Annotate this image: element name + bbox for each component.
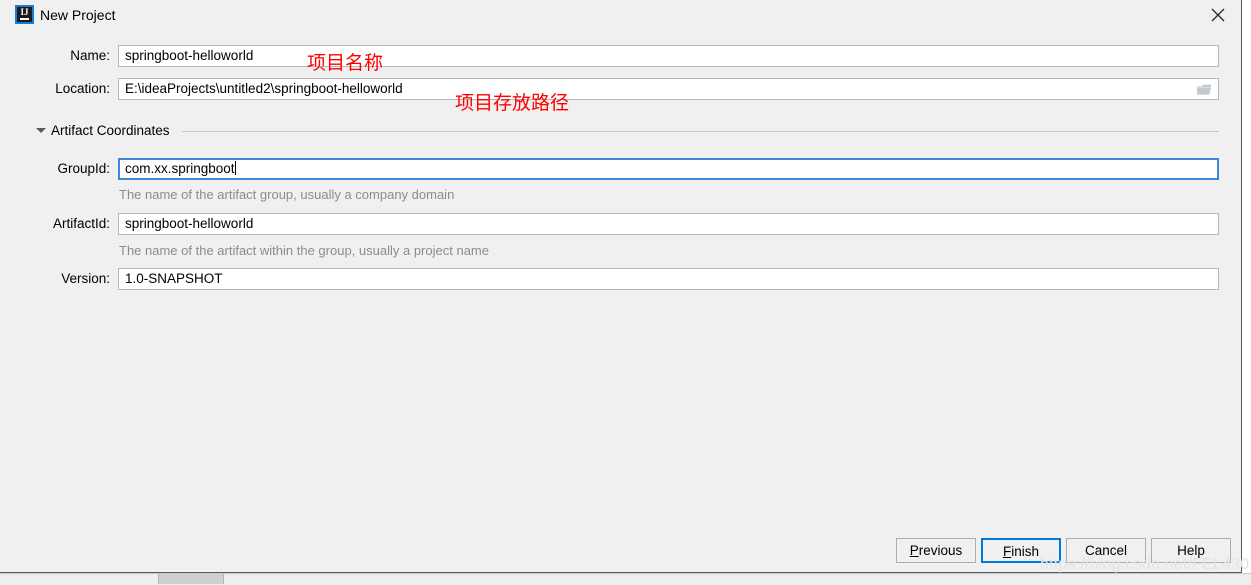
- background-tab-segment: [158, 574, 224, 584]
- artifactid-label: ArtifactId:: [52, 216, 110, 231]
- groupid-input-value: com.xx.springboot: [125, 161, 235, 176]
- location-input-value: E:\ideaProjects\untitled2\springboot-hel…: [125, 81, 403, 96]
- artifact-coordinates-title: Artifact Coordinates: [51, 123, 176, 138]
- previous-button[interactable]: Previous: [896, 538, 976, 563]
- location-row: Location:: [0, 79, 110, 101]
- triangle-down-icon[interactable]: [36, 128, 46, 133]
- previous-accel: P: [909, 543, 919, 558]
- intellij-idea-icon: IJ: [15, 5, 34, 24]
- text-caret: [234, 161, 236, 175]
- name-input[interactable]: springboot-helloworld: [118, 45, 1219, 67]
- section-divider: [182, 131, 1219, 132]
- version-input[interactable]: 1.0-SNAPSHOT: [118, 268, 1219, 290]
- artifactid-input[interactable]: springboot-helloworld: [118, 213, 1219, 235]
- intellij-idea-icon-bar: [20, 18, 29, 20]
- artifactid-hint: The name of the artifact within the grou…: [119, 243, 489, 258]
- artifactid-input-value: springboot-helloworld: [125, 216, 254, 231]
- finish-accel: F: [1002, 544, 1012, 559]
- version-label: Version:: [61, 271, 110, 286]
- groupid-label: GroupId:: [57, 161, 110, 176]
- dialog-content: Name: springboot-helloworld Location: E:…: [0, 30, 1241, 530]
- folder-icon[interactable]: [1196, 83, 1213, 97]
- name-input-value: springboot-helloworld: [125, 48, 254, 63]
- close-icon: [1211, 8, 1225, 22]
- artifactid-row: ArtifactId:: [0, 214, 110, 236]
- groupid-hint: The name of the artifact group, usually …: [119, 187, 455, 202]
- version-input-value: 1.0-SNAPSHOT: [125, 271, 223, 286]
- version-row: Version:: [0, 269, 110, 291]
- dialog-titlebar: IJ New Project: [0, 0, 1241, 30]
- location-input[interactable]: E:\ideaProjects\untitled2\springboot-hel…: [118, 78, 1219, 100]
- watermark: https://blog.csdn.net/FEL430: [1040, 556, 1250, 573]
- annotation-project-name: 项目名称: [307, 52, 384, 74]
- annotation-project-path: 项目存放路径: [455, 92, 570, 114]
- name-row: Name:: [0, 46, 110, 68]
- intellij-idea-icon-letters: IJ: [20, 7, 29, 17]
- location-label: Location:: [55, 81, 110, 96]
- groupid-row: GroupId:: [0, 159, 110, 181]
- new-project-dialog: IJ New Project Name: springboot-hellowor…: [0, 0, 1242, 573]
- groupid-input-value-wrap: com.xx.springboot: [125, 159, 236, 179]
- groupid-input[interactable]: com.xx.springboot: [118, 158, 1219, 180]
- name-label: Name:: [70, 48, 110, 63]
- close-button[interactable]: [1195, 0, 1241, 30]
- dialog-title: New Project: [40, 7, 116, 23]
- finish-label: inish: [1011, 544, 1039, 559]
- artifact-coordinates-section-header[interactable]: Artifact Coordinates: [36, 123, 1219, 139]
- previous-label: revious: [918, 543, 963, 558]
